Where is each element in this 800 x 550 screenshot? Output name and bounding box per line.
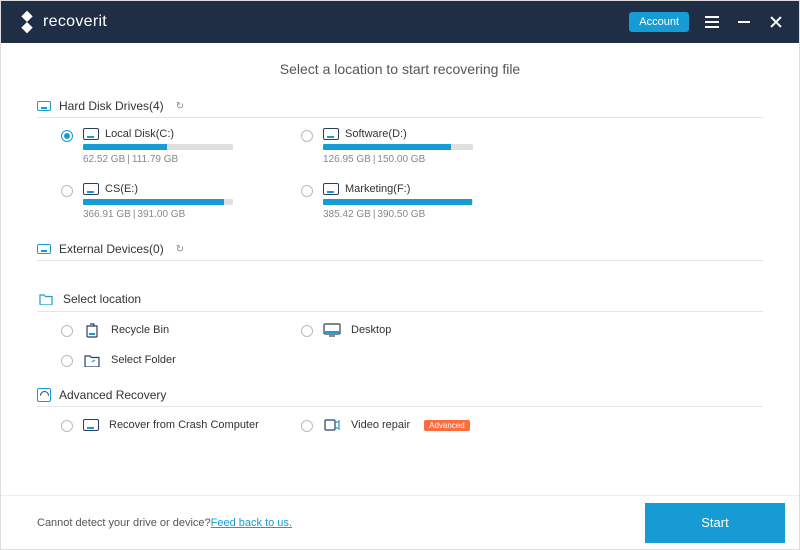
minimize-icon xyxy=(738,21,750,23)
item-label: Video repair xyxy=(351,419,410,431)
radio-button[interactable] xyxy=(61,185,73,197)
drive-icon xyxy=(323,128,339,140)
section-advanced-recovery: Advanced Recovery xyxy=(37,384,763,407)
drive-header: Marketing(F:) xyxy=(323,183,541,195)
section-external-devices: External Devices(0) ↻ xyxy=(37,238,763,261)
folder-icon xyxy=(37,291,55,307)
video-icon xyxy=(323,417,341,433)
brand-text: recoverit xyxy=(43,13,107,31)
drive-name: CS(E:) xyxy=(105,183,138,195)
location-grid: Recycle Bin Desktop Select Folder xyxy=(61,322,763,368)
section-label: Hard Disk Drives(4) xyxy=(59,99,164,113)
radio-button[interactable] xyxy=(61,420,73,432)
usage-bar-fill xyxy=(323,144,451,150)
start-button[interactable]: Start xyxy=(645,503,785,543)
radio-button[interactable] xyxy=(61,325,73,337)
drive-item[interactable]: Local Disk(C:) 62.52 GB|111.79 GB xyxy=(61,128,301,165)
section-label: Select location xyxy=(63,292,141,306)
usage-bar-fill xyxy=(83,199,224,205)
folder-icon xyxy=(83,352,101,368)
location-item-folder[interactable]: Select Folder xyxy=(61,352,301,368)
drive-header: Local Disk(C:) xyxy=(83,128,301,140)
drive-header: Software(D:) xyxy=(323,128,541,140)
advanced-item-crash[interactable]: Recover from Crash Computer xyxy=(61,417,301,433)
drive-name: Marketing(F:) xyxy=(345,183,410,195)
menu-button[interactable] xyxy=(703,13,721,31)
radio-button[interactable] xyxy=(301,325,313,337)
drive-icon xyxy=(83,128,99,140)
drive-header: CS(E:) xyxy=(83,183,301,195)
drive-icon xyxy=(323,183,339,195)
item-label: Desktop xyxy=(351,324,391,336)
advanced-grid: Recover from Crash Computer Video repair… xyxy=(61,417,763,433)
usage-bar xyxy=(83,144,233,150)
drive-body: CS(E:) 366.91 GB|391.00 GB xyxy=(83,183,301,220)
drive-body: Marketing(F:) 385.42 GB|390.50 GB xyxy=(323,183,541,220)
usage-bar-fill xyxy=(83,144,167,150)
drive-name: Local Disk(C:) xyxy=(105,128,174,140)
feedback-link[interactable]: Feed back to us. xyxy=(211,517,292,529)
refresh-icon[interactable]: ↻ xyxy=(176,244,184,255)
titlebar: recoverit Account xyxy=(1,1,799,43)
radio-button[interactable] xyxy=(301,420,313,432)
radio-button[interactable] xyxy=(61,355,73,367)
refresh-icon[interactable]: ↻ xyxy=(176,101,184,112)
logo-icon xyxy=(16,11,39,34)
drive-item[interactable]: Software(D:) 126.95 GB|150.00 GB xyxy=(301,128,541,165)
radio-button[interactable] xyxy=(301,130,313,142)
drive-item[interactable]: Marketing(F:) 385.42 GB|390.50 GB xyxy=(301,183,541,220)
titlebar-controls: Account xyxy=(629,12,785,32)
drive-body: Software(D:) 126.95 GB|150.00 GB xyxy=(323,128,541,165)
advanced-item-video[interactable]: Video repair Advanced xyxy=(301,417,541,433)
close-icon xyxy=(770,16,782,28)
brand-logo: recoverit xyxy=(19,13,107,31)
account-button[interactable]: Account xyxy=(629,12,689,32)
usage-bar xyxy=(83,199,233,205)
desktop-icon xyxy=(323,322,341,338)
section-label: External Devices(0) xyxy=(59,242,164,256)
wrench-icon xyxy=(37,388,51,402)
usage-bar-fill xyxy=(323,199,472,205)
disk-icon xyxy=(37,244,51,254)
usage-bar xyxy=(323,199,473,205)
hamburger-icon xyxy=(705,16,719,28)
item-label: Recycle Bin xyxy=(111,324,169,336)
drive-size: 126.95 GB|150.00 GB xyxy=(323,154,541,165)
drive-size: 62.52 GB|111.79 GB xyxy=(83,154,301,165)
close-button[interactable] xyxy=(767,13,785,31)
drive-name: Software(D:) xyxy=(345,128,407,140)
drive-item[interactable]: CS(E:) 366.91 GB|391.00 GB xyxy=(61,183,301,220)
item-label: Recover from Crash Computer xyxy=(109,419,259,431)
radio-button[interactable] xyxy=(61,130,73,142)
drive-icon xyxy=(83,419,99,431)
drive-size: 385.42 GB|390.50 GB xyxy=(323,209,541,220)
page-heading: Select a location to start recovering fi… xyxy=(37,61,763,77)
drive-icon xyxy=(83,183,99,195)
radio-button[interactable] xyxy=(301,185,313,197)
section-select-location: Select location xyxy=(37,287,763,312)
drive-grid: Local Disk(C:) 62.52 GB|111.79 GB Software… xyxy=(61,128,763,220)
footer: Cannot detect your drive or device? Feed… xyxy=(1,495,799,549)
location-item-desktop[interactable]: Desktop xyxy=(301,322,541,338)
section-label: Advanced Recovery xyxy=(59,388,166,402)
disk-icon xyxy=(37,101,51,111)
recycle-icon xyxy=(83,322,101,338)
advanced-badge: Advanced xyxy=(424,420,470,431)
usage-bar xyxy=(323,144,473,150)
minimize-button[interactable] xyxy=(735,13,753,31)
drive-body: Local Disk(C:) 62.52 GB|111.79 GB xyxy=(83,128,301,165)
footer-text: Cannot detect your drive or device? xyxy=(37,517,211,529)
location-item-recycle[interactable]: Recycle Bin xyxy=(61,322,301,338)
item-label: Select Folder xyxy=(111,354,176,366)
section-hard-disk-drives: Hard Disk Drives(4) ↻ xyxy=(37,95,763,118)
drive-size: 366.91 GB|391.00 GB xyxy=(83,209,301,220)
main-content: Select a location to start recovering fi… xyxy=(1,43,799,495)
app-window: recoverit Account Select a location to s… xyxy=(0,0,800,550)
